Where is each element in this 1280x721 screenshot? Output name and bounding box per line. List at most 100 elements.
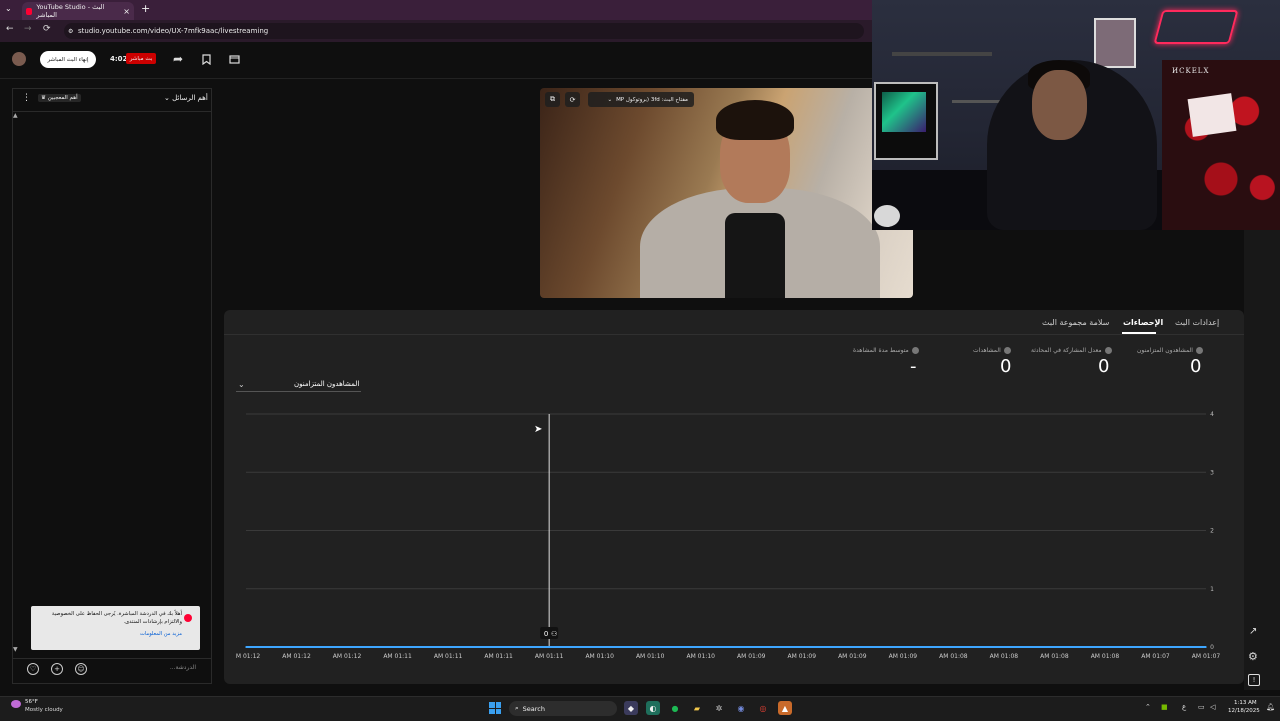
browser-tab[interactable]: YouTube Studio - البث المباشر × (22, 2, 134, 20)
url-field[interactable]: ⚙ studio.youtube.com/video/UX-7mfk9aac/l… (64, 23, 864, 39)
help-icon[interactable] (1104, 347, 1112, 354)
heart-icon[interactable]: ♡ (27, 663, 39, 675)
top-fans-label: أهم المعجبين (47, 95, 78, 101)
add-icon[interactable]: + (51, 663, 63, 675)
help-icon[interactable] (1195, 347, 1203, 354)
concurrent-viewers-chart[interactable]: 0 1 2 3 4 AM 01:12 AM 01:12 AM 01:12 AM 01:11 AM … (236, 405, 1226, 665)
metric-label-avg-watch: متوسط مدة المشاهدة (853, 347, 919, 354)
clock-time[interactable]: 1:13 AM (1234, 700, 1257, 706)
x-tick-label: AM 01:09 (889, 653, 918, 660)
discord-icon[interactable]: ◉ (734, 701, 748, 715)
app-icon[interactable]: ✲ (712, 701, 726, 715)
copy-icon[interactable]: ⧉ (545, 92, 560, 107)
tab-close-icon[interactable]: × (123, 7, 130, 16)
expand-arrow-icon[interactable]: ↗ (1249, 626, 1257, 637)
notice-text: أهلاً بك في الدردشة المباشرة. يُرجى الحف… (51, 611, 182, 625)
new-tab-button[interactable]: + (141, 2, 150, 15)
tray-overflow-icon[interactable]: ⌃ (1145, 703, 1151, 711)
network-icon[interactable]: ▭ (1198, 703, 1205, 711)
viewers-icon: ⚇ (551, 630, 557, 638)
notification-icon[interactable]: 🔔︎ (1266, 703, 1275, 711)
notice-learn-more-link[interactable]: مزيد من المعلومات (37, 631, 182, 639)
data-point (346, 646, 348, 648)
taskbar-search[interactable]: ⌕ Search (509, 701, 617, 716)
clock-date[interactable]: 12/18/2025 (1228, 708, 1260, 714)
volume-icon[interactable]: ◁ (1210, 703, 1215, 711)
x-tick-label: AM 01:07 (1192, 653, 1221, 660)
metric-label-text: معدل المشاركة في المحادثة (1031, 347, 1102, 354)
chart-metric-selector[interactable]: المشاهدون المتزامنون (294, 380, 359, 388)
x-tick-label: AM 01:11 (434, 653, 463, 660)
reload-button[interactable]: ⟳ (43, 24, 51, 34)
metric-label-concurrent: المشاهدون المتزامنون (1137, 347, 1203, 354)
weather-description[interactable]: Mostly cloudy (25, 707, 63, 713)
x-tick-label: AM 01:08 (1040, 653, 1069, 660)
metric-label-text: متوسط مدة المشاهدة (853, 347, 909, 354)
streamer-head (1032, 70, 1087, 140)
chrome-icon[interactable]: ◎ (756, 701, 770, 715)
scroll-up-arrow-icon[interactable]: ▲ (13, 112, 18, 119)
clapperboard-icon[interactable] (227, 52, 241, 66)
data-point (1053, 646, 1056, 648)
edge-icon[interactable]: ◐ (646, 701, 660, 715)
chat-mode-selector[interactable]: ⌄ أهم الرسائل (164, 94, 208, 102)
nvidia-icon[interactable]: ■ (1161, 703, 1168, 711)
weather-icon[interactable] (11, 700, 21, 708)
cup (874, 205, 900, 227)
help-icon[interactable] (1003, 347, 1011, 354)
tab-analytics[interactable]: الإحصاءات (1123, 318, 1163, 327)
data-point (952, 646, 955, 648)
mouse-pointer-icon: ➤ (534, 424, 543, 435)
app-icon-orange[interactable]: ▲ (778, 701, 792, 715)
end-stream-button[interactable]: إنهاء البث المباشر (40, 51, 96, 68)
language-indicator[interactable]: ع (1182, 703, 1186, 711)
spotify-icon[interactable]: ● (668, 701, 682, 715)
chat-welcome-notice: أهلاً بك في الدردشة المباشرة. يُرجى الحف… (31, 606, 200, 650)
data-point (1003, 646, 1005, 648)
x-tick-label: AM 01:11 (383, 653, 412, 660)
emoji-icon[interactable]: ☺ (75, 663, 87, 675)
stream-key-label: مفتاح البث: 3fd (بروتوكول MP (616, 96, 688, 103)
chat-more-icon[interactable]: ⋮ (22, 93, 31, 103)
search-label: Search (522, 704, 545, 713)
channel-avatar[interactable] (12, 52, 26, 66)
preview-shirt (725, 213, 785, 298)
live-badge: بث مباشر (126, 53, 156, 64)
hover-value-label: 0 (544, 630, 548, 638)
help-icon[interactable] (911, 347, 919, 354)
x-tick-label: AM 01:08 (939, 653, 968, 660)
tab-stream-health[interactable]: سلامة مجموعة البث (1042, 318, 1109, 327)
x-tick-label: AM 01:07 (1141, 653, 1170, 660)
webcam-overlay: ИCKELX (872, 0, 1280, 230)
tab-list-chevron-icon[interactable]: ⌄ (5, 4, 12, 13)
x-tick-label: AM 01:11 (535, 653, 564, 660)
settings-gear-icon[interactable]: ⚙ (1248, 650, 1258, 663)
forward-button[interactable]: → (24, 24, 32, 34)
metric-value-avg-watch: - (910, 356, 917, 377)
chat-input[interactable]: الدردشة... (96, 661, 196, 675)
x-tick-label: AM 01:12 (282, 653, 311, 660)
stream-key-selector[interactable]: مفتاح البث: 3fd (بروتوكول MP ⌄ (588, 92, 694, 107)
monitor-screen (882, 92, 926, 132)
y-tick-label: 0 (1210, 644, 1214, 651)
file-explorer-icon[interactable]: ▰ (690, 701, 704, 715)
widgets-app-icon[interactable]: ◆ (624, 701, 638, 715)
bookmark-icon[interactable] (199, 52, 213, 66)
scroll-down-arrow-icon[interactable]: ▼ (13, 646, 18, 653)
data-point (245, 646, 247, 648)
site-info-icon[interactable]: ⚙ (68, 28, 73, 35)
tab-stream-settings[interactable]: إعدادات البث (1175, 318, 1219, 327)
chevron-down-icon[interactable]: ⌄ (238, 380, 245, 389)
back-button[interactable]: ← (6, 24, 14, 34)
top-fans-chip[interactable]: ♛ أهم المعجبين (38, 94, 81, 102)
chevron-down-icon: ⌄ (607, 96, 613, 103)
share-icon[interactable]: ➦ (171, 52, 185, 66)
data-point (295, 646, 298, 648)
feedback-icon[interactable]: ! (1248, 674, 1260, 686)
refresh-icon[interactable]: ⟳ (565, 92, 580, 107)
x-tick-label: AM 01:08 (990, 653, 1019, 660)
windows-start-icon[interactable] (489, 702, 501, 714)
data-point (649, 646, 652, 648)
wall-shelf (892, 52, 992, 56)
weather-temperature[interactable]: 56°F (25, 699, 38, 705)
